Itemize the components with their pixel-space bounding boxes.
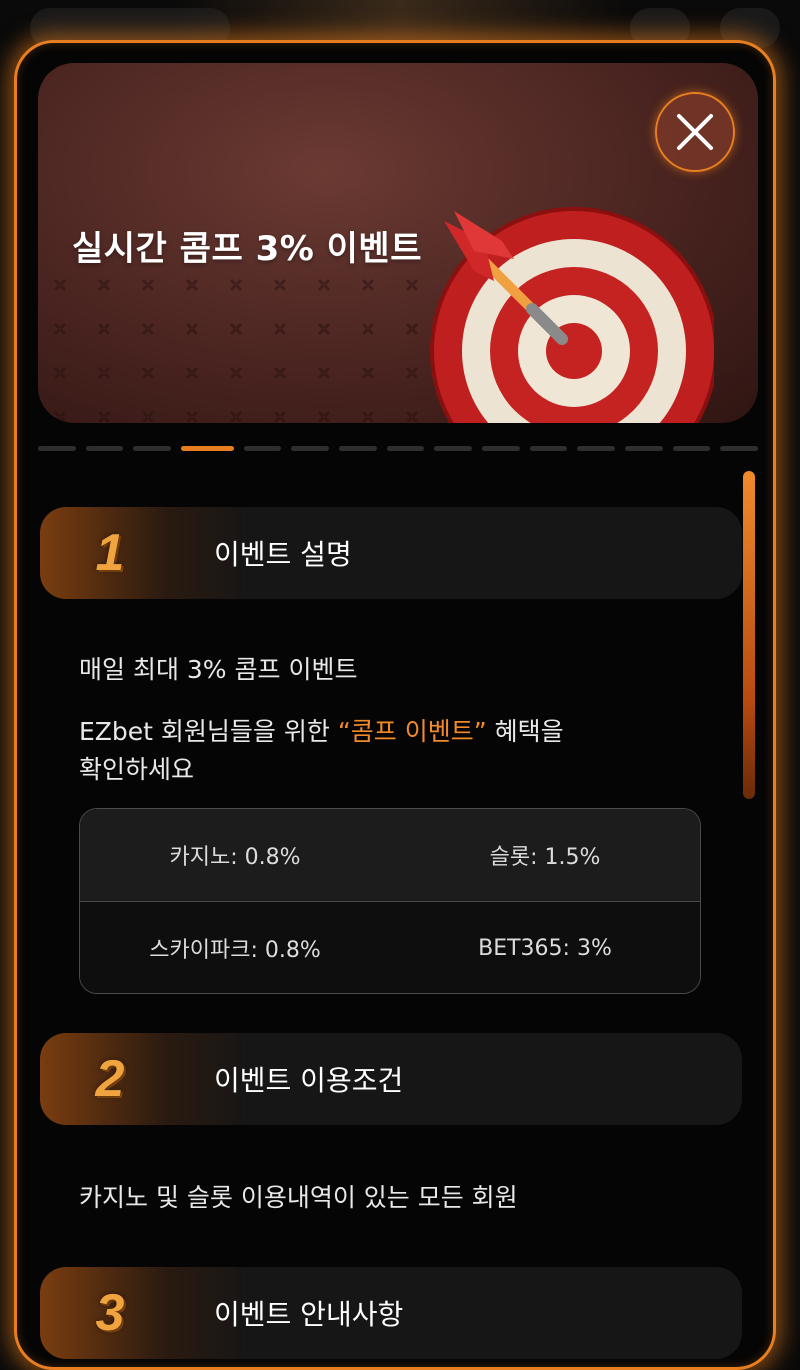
pager-dot[interactable] bbox=[434, 446, 472, 451]
close-button[interactable] bbox=[655, 92, 735, 172]
pager-dot[interactable] bbox=[624, 446, 663, 451]
event-banner: 실시간 콤프 3% 이벤트 bbox=[38, 63, 758, 423]
section-header-1[interactable]: 1 이벤트 설명 bbox=[40, 507, 742, 599]
banner-title: 실시간 콤프 3% 이벤트 bbox=[72, 229, 422, 269]
dartboard-target-icon bbox=[430, 207, 714, 423]
pager-dot[interactable] bbox=[386, 446, 425, 451]
pager-dot[interactable] bbox=[85, 446, 124, 451]
description-line-2: 확인하세요 bbox=[79, 755, 195, 784]
scrollbar-thumb[interactable] bbox=[743, 471, 755, 799]
eligibility-text: 카지노 및 슬롯 이용내역이 있는 모든 회원 bbox=[79, 1183, 518, 1212]
rate-row: 스카이파크: 0.8% BET365: 3% bbox=[80, 902, 700, 993]
section-number: 3 bbox=[95, 1284, 125, 1342]
pager-dot[interactable] bbox=[577, 446, 615, 451]
section-header-2[interactable]: 2 이벤트 이용조건 bbox=[40, 1033, 742, 1125]
event-headline: 매일 최대 3% 콤프 이벤트 bbox=[79, 655, 358, 684]
section-title: 이벤트 설명 bbox=[214, 538, 352, 571]
event-description: EZbet 회원님들을 위한 “콤프 이벤트” 혜택을 확인하세요 bbox=[79, 713, 564, 789]
banner-pager bbox=[38, 446, 758, 454]
pager-dot[interactable] bbox=[291, 446, 330, 451]
pager-dot[interactable] bbox=[529, 446, 568, 451]
section-number: 2 bbox=[95, 1050, 125, 1108]
rate-cell-slot: 슬롯: 1.5% bbox=[489, 845, 601, 870]
section-header-3[interactable]: 3 이벤트 안내사항 bbox=[40, 1267, 742, 1359]
section-number: 1 bbox=[95, 524, 125, 582]
description-suffix: 혜택을 bbox=[486, 717, 564, 746]
description-highlight: “콤프 이벤트” bbox=[337, 717, 487, 746]
pager-dot[interactable] bbox=[720, 446, 758, 451]
close-icon bbox=[677, 114, 713, 150]
rate-cell-casino: 카지노: 0.8% bbox=[169, 845, 301, 870]
event-modal: 실시간 콤프 3% 이벤트 1 이벤트 설명 매일 최대 3% 콤프 이벤트 E… bbox=[14, 40, 776, 1370]
rate-row: 카지노: 0.8% 슬롯: 1.5% bbox=[80, 809, 700, 902]
pager-dot[interactable] bbox=[481, 446, 520, 451]
pager-dot[interactable] bbox=[339, 446, 377, 451]
rate-cell-bet365: BET365: 3% bbox=[478, 935, 612, 961]
section-title: 이벤트 이용조건 bbox=[214, 1064, 404, 1097]
pager-dot[interactable] bbox=[672, 446, 711, 451]
section-title: 이벤트 안내사항 bbox=[214, 1298, 404, 1331]
banner-pattern bbox=[38, 263, 438, 423]
rate-cell-skypark: 스카이파크: 0.8% bbox=[149, 938, 321, 963]
comp-rate-table: 카지노: 0.8% 슬롯: 1.5% 스카이파크: 0.8% BET365: 3… bbox=[79, 808, 701, 994]
pager-dot[interactable] bbox=[243, 446, 282, 451]
description-prefix: EZbet 회원님들을 위한 bbox=[79, 717, 338, 746]
pager-dot[interactable] bbox=[133, 446, 171, 451]
pager-dot[interactable] bbox=[180, 446, 234, 451]
pager-dot[interactable] bbox=[38, 446, 76, 451]
